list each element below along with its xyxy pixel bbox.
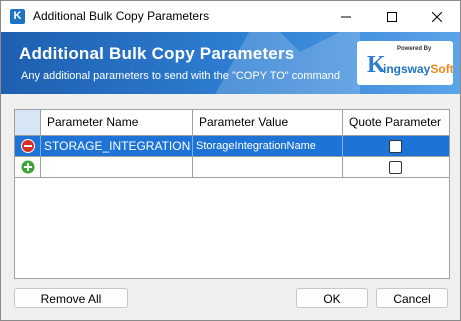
logo-wordmark: ingswaySoft [383,62,454,76]
minimize-button[interactable] [323,1,369,32]
maximize-icon [387,11,397,22]
parameter-name-cell[interactable] [41,157,193,177]
header-banner: Additional Bulk Copy Parameters Any addi… [1,32,460,94]
dialog-window: K Additional Bulk Copy Parameters Additi… [0,0,461,321]
banner-title: Additional Bulk Copy Parameters [19,44,295,63]
column-header-parameter-value[interactable]: Parameter Value [193,110,343,135]
banner-subtitle: Any additional parameters to send with t… [21,70,341,82]
table-row[interactable]: STORAGE_INTEGRATION StorageIntegrationNa… [15,136,449,157]
add-row-icon[interactable] [21,160,35,174]
remove-row-icon[interactable] [21,139,35,153]
parameter-value-cell[interactable]: StorageIntegrationName [193,136,343,156]
cancel-button[interactable]: Cancel [376,288,448,308]
quote-parameter-checkbox[interactable] [389,161,402,174]
parameters-grid[interactable]: Parameter Name Parameter Value Quote Par… [14,109,450,279]
close-icon [432,11,442,22]
close-button[interactable] [414,1,460,32]
title-bar[interactable]: K Additional Bulk Copy Parameters [1,1,460,32]
quote-parameter-cell[interactable] [343,136,449,156]
minimize-icon [341,16,351,17]
parameter-value-cell[interactable] [193,157,343,177]
quote-parameter-cell[interactable] [343,157,449,177]
kingsway-app-icon: K [10,9,25,24]
quote-parameter-checkbox[interactable] [389,140,402,153]
logo-kingsway-text: ingsway [383,62,431,76]
ok-button[interactable]: OK [296,288,368,308]
table-row-new[interactable] [15,157,449,178]
grid-corner-cell[interactable] [15,110,41,135]
remove-all-button[interactable]: Remove All [14,288,128,308]
kingswaysoft-logo: Powered By K ingswaySoft [357,41,454,85]
column-header-quote-parameter[interactable]: Quote Parameter [343,110,449,135]
logo-powered-by: Powered By [397,46,432,52]
row-handle[interactable] [15,136,41,156]
parameter-name-cell[interactable]: STORAGE_INTEGRATION [41,136,193,156]
grid-header: Parameter Name Parameter Value Quote Par… [15,110,449,136]
column-header-parameter-name[interactable]: Parameter Name [41,110,193,135]
window-title: Additional Bulk Copy Parameters [33,9,210,23]
logo-soft-text: Soft [430,62,454,76]
row-handle[interactable] [15,157,41,177]
maximize-button[interactable] [369,1,415,32]
